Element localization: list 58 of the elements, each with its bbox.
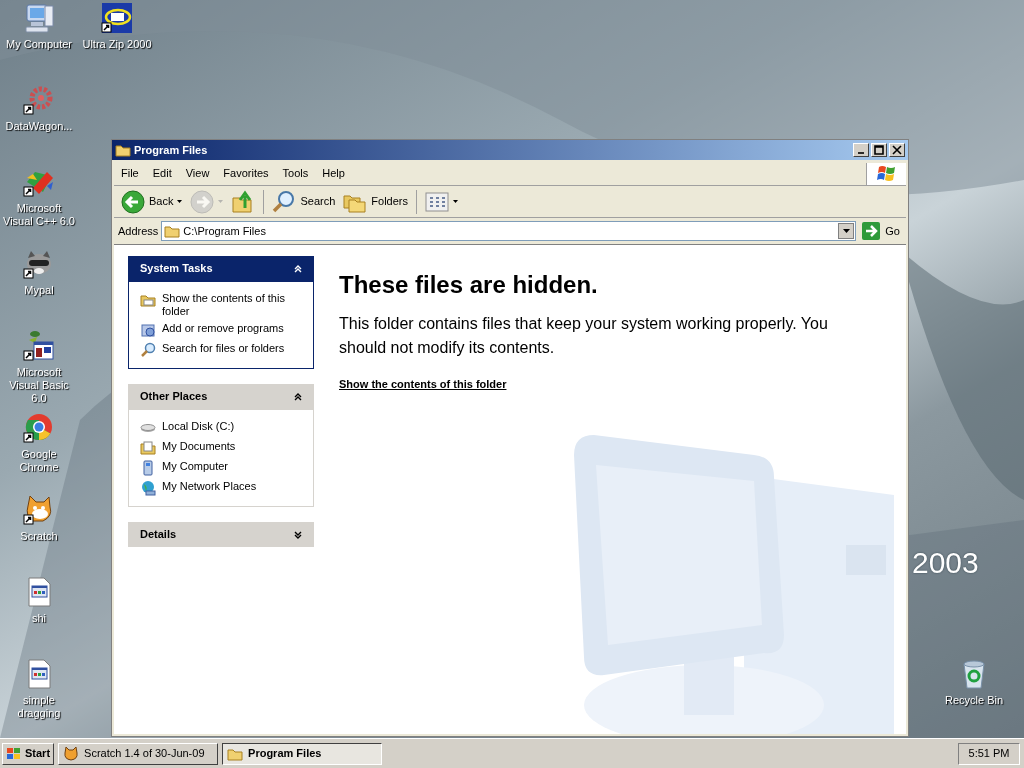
task-link[interactable]: My Computer — [140, 460, 302, 476]
views-grid-icon — [425, 191, 449, 212]
wallpaper-text: 2003 — [912, 545, 979, 581]
warning-text: This folder contains files that keep your system working properly. You should not modify its contents. — [339, 314, 829, 358]
program-box-icon — [140, 322, 156, 338]
address-field[interactable]: C:\Program Files — [161, 221, 857, 241]
menu-item[interactable]: File — [114, 165, 146, 182]
menu-item[interactable]: View — [178, 165, 217, 182]
taskbar-button[interactable]: Program Files — [222, 742, 383, 765]
flag-logo-icon — [876, 164, 897, 183]
caret-icon — [453, 200, 458, 203]
task-link[interactable]: Add or remove programs — [140, 322, 302, 338]
menu-item[interactable]: Edit — [145, 165, 179, 182]
taskbar-button[interactable]: Scratch 1.4 of 30-Jun-09 — [58, 742, 219, 765]
close-icon — [892, 145, 902, 155]
hidden-files-heading: These files are hidden. — [339, 270, 599, 300]
icon-label[interactable]: My Computer — [5, 38, 73, 51]
search-icon — [272, 189, 297, 214]
task-link[interactable]: Search for files or folders — [140, 342, 302, 358]
panel-header[interactable]: Other Places — [128, 384, 314, 409]
go-button[interactable]: Go — [859, 221, 902, 241]
window-title: Program Files — [134, 142, 208, 158]
globe-icon — [140, 480, 156, 496]
caret-icon — [177, 200, 183, 203]
task-link[interactable]: My Documents — [140, 440, 302, 456]
minimize-icon — [857, 152, 865, 154]
icon-label[interactable]: Ultra Zip 2000 — [81, 38, 153, 51]
flag-logo-icon — [6, 746, 22, 761]
documents-folder-icon — [140, 440, 156, 456]
task-link[interactable]: Local Disk (C:) — [140, 420, 302, 436]
panel-header[interactable]: Details — [128, 522, 314, 547]
close-button[interactable] — [889, 143, 905, 157]
maximize-icon — [874, 145, 884, 155]
menu-item[interactable]: Favorites — [216, 165, 276, 182]
search-icon — [140, 342, 156, 358]
start-button[interactable]: Start — [2, 742, 55, 765]
icon-label[interactable]: Recycle Bin — [943, 694, 1005, 707]
search-button[interactable]: Search — [269, 187, 339, 216]
cat-icon — [63, 745, 80, 762]
back-button[interactable]: Back — [118, 187, 186, 216]
folder-icon — [140, 292, 156, 308]
menu-item[interactable]: Help — [315, 165, 352, 182]
folder-icon — [164, 223, 181, 239]
show-contents-link[interactable]: Show the contents of this folder — [339, 376, 507, 393]
caret-icon — [218, 200, 224, 203]
clock: 5:51 PM — [958, 742, 1020, 765]
menu-item[interactable]: Tools — [275, 165, 316, 182]
task-link[interactable]: Show the contents of this folder — [140, 292, 302, 318]
minimize-button[interactable] — [853, 143, 869, 157]
maximize-button[interactable] — [871, 143, 887, 157]
computer-icon — [140, 460, 156, 476]
address-label: Address — [118, 223, 159, 239]
folder-icon — [115, 142, 131, 158]
panel-header[interactable]: System Tasks — [128, 256, 314, 281]
caret-icon — [842, 229, 850, 233]
dropdown-button[interactable] — [838, 223, 855, 239]
task-link[interactable]: My Network Places — [140, 480, 302, 496]
folders-button[interactable]: Folders — [340, 187, 411, 216]
